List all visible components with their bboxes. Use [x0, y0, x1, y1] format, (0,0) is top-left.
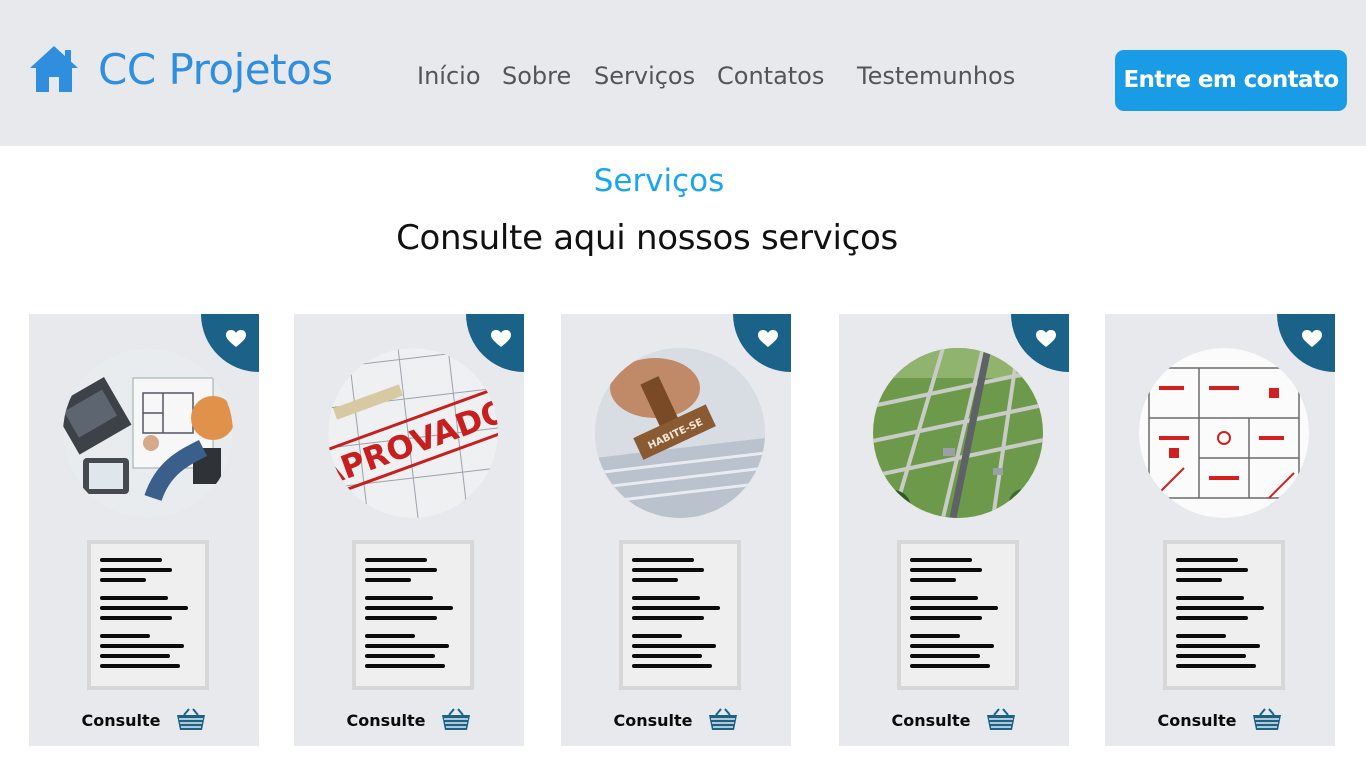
consult-link[interactable]: Consulte — [29, 708, 259, 732]
basket-icon[interactable] — [1251, 708, 1283, 732]
heart-icon[interactable] — [1036, 330, 1056, 348]
fire-safety-plan-photo — [1139, 348, 1309, 518]
brand-name: CC Projetos — [98, 44, 333, 94]
habite-se-stamp-photo: HABITE-SE — [595, 348, 765, 518]
nav-servicos[interactable]: Serviços — [594, 62, 695, 90]
consult-label: Consulte — [891, 710, 971, 730]
document-icon — [352, 540, 474, 690]
document-icon — [1163, 540, 1285, 690]
basket-icon[interactable] — [440, 708, 472, 732]
approved-stamp-photo: APROVADO — [328, 348, 498, 518]
consult-link[interactable]: Consulte — [1105, 708, 1335, 732]
nav-sobre[interactable]: Sobre — [502, 62, 571, 90]
consult-label: Consulte — [81, 710, 161, 730]
service-card: Consulte — [839, 314, 1069, 746]
architect-desk-photo — [63, 348, 233, 518]
heart-icon[interactable] — [1302, 330, 1322, 348]
consult-label: Consulte — [613, 710, 693, 730]
heart-icon[interactable] — [491, 330, 511, 348]
consult-link[interactable]: Consulte — [839, 708, 1069, 732]
basket-icon[interactable] — [175, 708, 207, 732]
land-subdivision-photo — [873, 348, 1043, 518]
document-icon — [619, 540, 741, 690]
basket-icon[interactable] — [985, 708, 1017, 732]
consult-label: Consulte — [346, 710, 426, 730]
heart-icon[interactable] — [226, 330, 246, 348]
service-card: APROVADO Consulte — [294, 314, 524, 746]
contact-button[interactable]: Entre em contato — [1115, 50, 1347, 111]
document-icon — [897, 540, 1019, 690]
heart-icon[interactable] — [758, 330, 778, 348]
consult-label: Consulte — [1157, 710, 1237, 730]
nav-testemunhos[interactable]: Testemunhos — [857, 62, 1015, 90]
site-header: CC Projetos Início Sobre Serviços Contat… — [0, 0, 1366, 146]
basket-icon[interactable] — [707, 708, 739, 732]
service-card: Consulte — [29, 314, 259, 746]
service-card: Consulte — [1105, 314, 1335, 746]
section-label: Serviços — [593, 163, 725, 199]
nav-contatos[interactable]: Contatos — [717, 62, 824, 90]
logo[interactable]: CC Projetos — [28, 44, 333, 94]
section-title: Consulte aqui nossos serviços — [396, 218, 898, 258]
document-icon — [87, 540, 209, 690]
home-icon — [30, 46, 78, 92]
consult-link[interactable]: Consulte — [294, 708, 524, 732]
nav-inicio[interactable]: Início — [417, 62, 481, 90]
consult-link[interactable]: Consulte — [561, 708, 791, 732]
service-card: HABITE-SE Consulte — [561, 314, 791, 746]
